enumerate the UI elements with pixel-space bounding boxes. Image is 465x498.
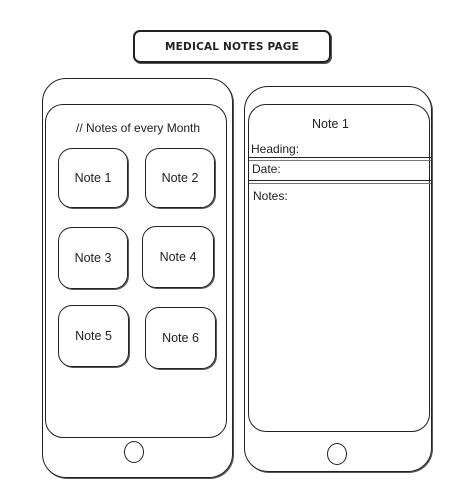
note-tile-5[interactable]: Note 5 <box>58 305 129 367</box>
note-tile-4[interactable]: Note 4 <box>142 226 214 288</box>
heading-field-underline <box>249 157 431 158</box>
note-tile-1[interactable]: Note 1 <box>58 148 128 208</box>
right-home-button[interactable] <box>327 443 347 465</box>
notes-list-header: // Notes of every Month <box>76 121 201 135</box>
heading-field-underline-2 <box>249 160 431 161</box>
notes-field-label: Notes: <box>253 189 288 203</box>
date-field-underline-2 <box>249 183 431 184</box>
date-field-label: Date: <box>252 162 281 176</box>
page-title: MEDICAL NOTES PAGE <box>133 30 331 63</box>
note-tile-6[interactable]: Note 6 <box>145 307 216 369</box>
note-tile-2[interactable]: Note 2 <box>145 148 215 208</box>
note-detail-title: Note 1 <box>312 117 349 131</box>
date-field-underline <box>249 180 431 181</box>
note-tile-3[interactable]: Note 3 <box>58 227 128 289</box>
left-home-button[interactable] <box>124 441 144 463</box>
heading-field-label: Heading: <box>251 142 300 156</box>
